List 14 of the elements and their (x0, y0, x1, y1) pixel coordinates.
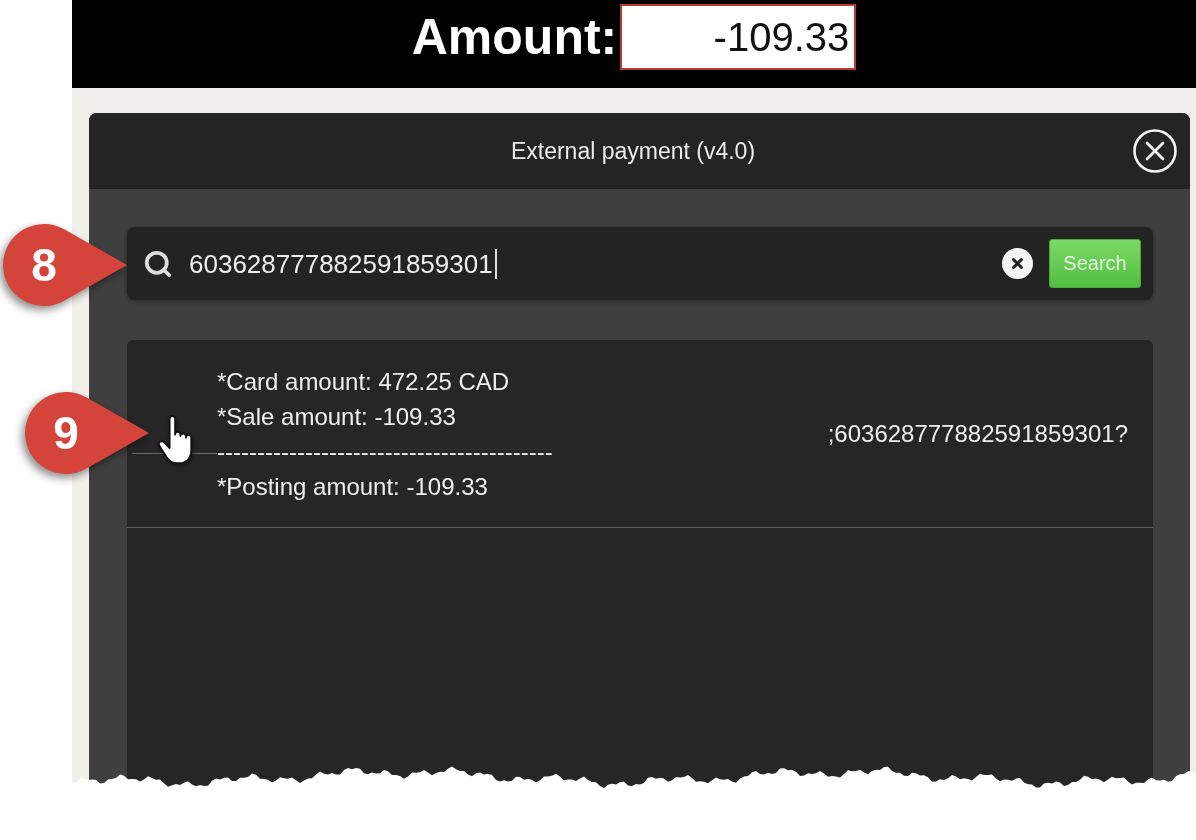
result-detail-text: ------------------------------------------ (217, 436, 553, 467)
card-data-text: ;603628777882591859301? (827, 419, 1128, 448)
search-icon (143, 248, 173, 279)
clear-icon[interactable] (1002, 248, 1033, 279)
step-callout: 9 (24, 391, 149, 475)
search-input[interactable]: 603628777882591859301 (189, 227, 1002, 300)
result-detail-text: *Sale amount: -109.33 (217, 401, 457, 432)
step-callout: 8 (2, 223, 127, 307)
amount-label: Amount: (411, 8, 618, 67)
result-detail-text: *Card amount: 472.25 CAD (217, 366, 511, 397)
close-icon[interactable] (1133, 129, 1177, 173)
amount-field[interactable]: -109.33 (620, 4, 857, 70)
result-detail-text: *Posting amount: -109.33 (217, 471, 489, 502)
dialog-title: External payment (v4.0) (510, 137, 756, 165)
